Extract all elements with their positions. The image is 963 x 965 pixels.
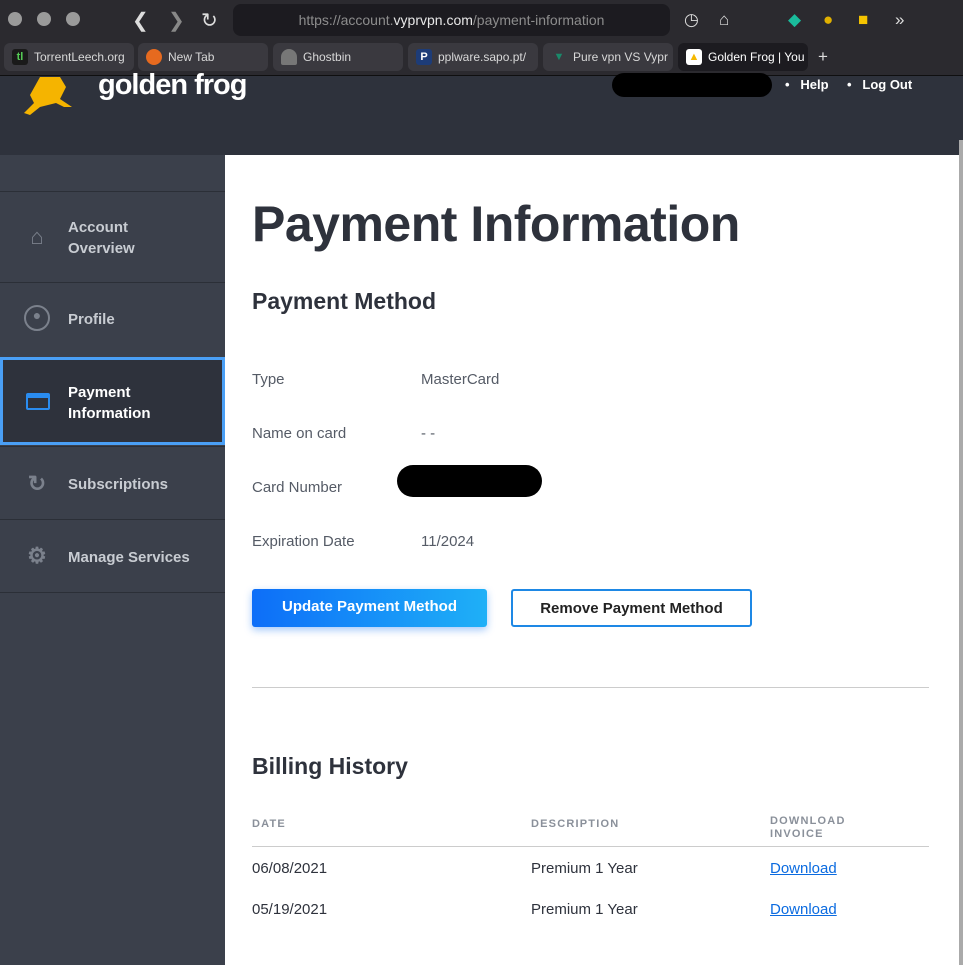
torrentleech-favicon: tl xyxy=(12,49,28,65)
tab-label: New Tab xyxy=(168,50,215,64)
update-payment-method-button[interactable]: Update Payment Method xyxy=(252,589,487,627)
sidebar-item-payment-information[interactable]: Payment Information xyxy=(0,357,225,445)
logout-label: Log Out xyxy=(862,77,913,92)
row-description: Premium 1 Year xyxy=(531,860,638,877)
window-close-button[interactable] xyxy=(8,12,22,26)
help-link[interactable]: • Help xyxy=(785,77,829,92)
golden-frog-favicon: ▲ xyxy=(686,49,702,65)
sidebar-item-label: Profile xyxy=(68,311,115,328)
sidebar-item-label: Account Overview xyxy=(68,219,135,257)
download-invoice-link[interactable]: Download xyxy=(770,860,837,877)
row-date: 06/08/2021 xyxy=(252,860,328,877)
firefox-favicon xyxy=(146,49,162,65)
tab-new-tab[interactable]: New Tab xyxy=(138,43,268,71)
table-header-divider xyxy=(252,846,929,847)
expiration-date-value: 11/2024 xyxy=(421,533,475,550)
home-icon[interactable]: ⌂ xyxy=(719,10,729,30)
sidebar-item-label: Subscriptions xyxy=(68,476,169,493)
shield-extension-icon[interactable]: ◆ xyxy=(788,10,801,30)
tab-ghostbin[interactable]: Ghostbin xyxy=(273,43,403,71)
row-description: Premium 1 Year xyxy=(531,901,638,918)
overflow-chevron-icon[interactable]: » xyxy=(895,10,904,30)
payment-method-heading: Payment Method xyxy=(252,288,437,314)
expiration-date-label: Expiration Date xyxy=(252,533,355,550)
purevpn-favicon: ▼ xyxy=(553,51,565,63)
tab-label: Pure vpn VS Vypr xyxy=(573,50,668,64)
tab-label: TorrentLeech.org xyxy=(34,50,125,64)
help-label: Help xyxy=(800,77,829,92)
history-icon[interactable]: ◷ xyxy=(684,10,699,30)
url-domain: vyprvpn.com xyxy=(393,12,473,28)
page-scrollbar[interactable] xyxy=(959,140,963,965)
forward-icon[interactable]: ❯ xyxy=(168,8,185,33)
column-header-description: DESCRIPTION xyxy=(531,818,620,830)
name-on-card-value: - - xyxy=(421,425,436,442)
subscription-renew-icon: ↻ xyxy=(27,471,47,496)
reload-icon[interactable]: ↻ xyxy=(201,8,218,33)
redacted-username xyxy=(612,73,772,97)
column-header-date: DATE xyxy=(252,818,286,830)
billing-history-heading: Billing History xyxy=(252,753,408,779)
tab-label: Ghostbin xyxy=(303,50,352,64)
url-path: /payment-information xyxy=(472,12,605,28)
download-invoice-link[interactable]: Download xyxy=(770,901,837,918)
tab-golden-frog[interactable]: ▲ Golden Frog | You xyxy=(678,43,808,71)
site-header: golden frog • Help • Log Out xyxy=(0,69,963,155)
redacted-card-number xyxy=(397,465,542,497)
sidebar: ⌂ Account Overview ● Profile Payment Infor… xyxy=(0,155,225,965)
url-prefix: https://account. xyxy=(298,12,394,28)
name-on-card-label: Name on card xyxy=(252,425,347,442)
logo-text[interactable]: golden frog xyxy=(98,69,247,102)
divider xyxy=(252,687,929,688)
sidebar-item-label: Manage Services xyxy=(68,549,190,566)
sidebar-item-label: Payment Information xyxy=(68,384,151,422)
sidebar-item-profile[interactable]: ● Profile xyxy=(0,282,225,355)
credit-card-icon xyxy=(26,393,50,410)
pplware-favicon: P xyxy=(416,49,432,65)
window-minimize-button[interactable] xyxy=(37,12,51,26)
type-value: MasterCard xyxy=(421,371,500,388)
tab-label: Golden Frog | You xyxy=(708,50,805,64)
new-tab-icon[interactable]: + xyxy=(818,47,828,67)
tab-pplware[interactable]: Ppplware.sapo.pt/ xyxy=(408,43,538,71)
user-icon: ● xyxy=(24,305,50,331)
gear-icon: ⚙ xyxy=(27,543,47,568)
golden-frog-logo-icon xyxy=(24,77,72,115)
window-maximize-button[interactable] xyxy=(66,12,80,26)
sidebar-item-manage-services[interactable]: ⚙ Manage Services xyxy=(0,519,225,593)
sidebar-item-account-overview[interactable]: ⌂ Account Overview xyxy=(0,191,225,283)
type-label: Type xyxy=(252,371,285,388)
address-bar[interactable]: https://account.vyprvpn.com/payment-info… xyxy=(233,4,670,36)
remove-payment-method-button[interactable]: Remove Payment Method xyxy=(511,589,752,627)
browser-toolbar: ❮ ❯ ↻ https://account.vyprvpn.com/paymen… xyxy=(0,0,963,76)
tab-purevpn[interactable]: ▼ Pure vpn VS Vypr xyxy=(543,43,673,71)
main-content: Payment Information Payment Method Type … xyxy=(225,155,963,965)
ghost-extension-icon[interactable]: ■ xyxy=(858,10,868,30)
tab-label: pplware.sapo.pt/ xyxy=(438,50,527,64)
row-date: 05/19/2021 xyxy=(252,901,328,918)
back-icon[interactable]: ❮ xyxy=(132,8,149,33)
sidebar-item-subscriptions[interactable]: ↻ Subscriptions xyxy=(0,446,225,520)
tab-torrentleech[interactable]: tl TorrentLeech.org xyxy=(4,43,134,71)
page-title: Payment Information xyxy=(252,196,740,252)
ghost-favicon xyxy=(281,49,297,65)
extension-icon[interactable]: ● xyxy=(823,10,833,30)
home-icon: ⌂ xyxy=(30,224,44,249)
column-header-download-invoice: DOWNLOAD INVOICE xyxy=(770,815,846,840)
card-number-label: Card Number xyxy=(252,479,343,496)
logout-link[interactable]: • Log Out xyxy=(847,77,912,92)
